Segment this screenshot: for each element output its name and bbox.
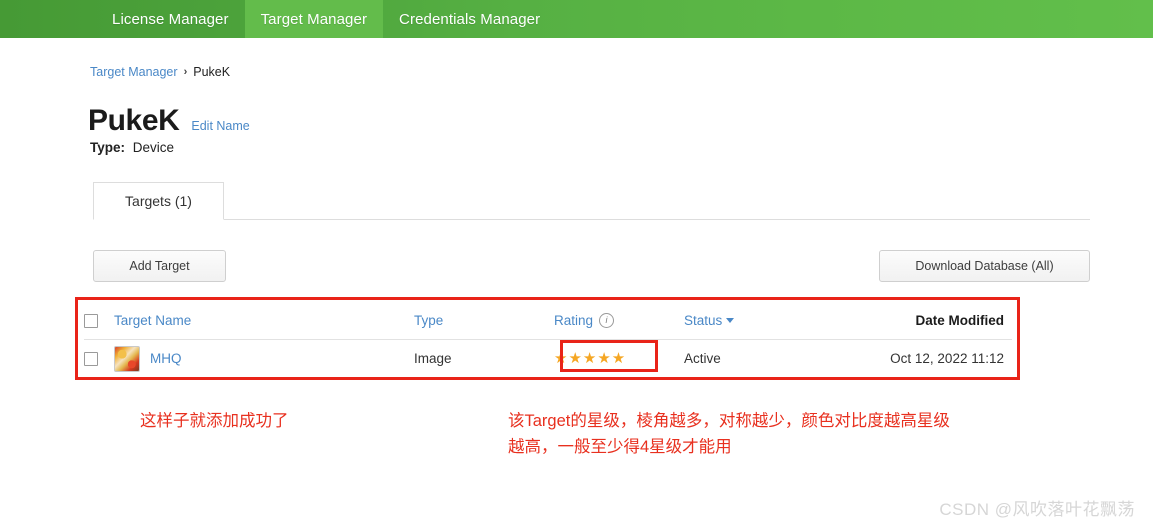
targets-table: Target Name Type Rating i Status Date Mo… xyxy=(84,302,1012,377)
target-name-link[interactable]: MHQ xyxy=(150,351,182,366)
row-checkbox[interactable] xyxy=(84,351,98,366)
column-header-label: Type xyxy=(414,313,444,328)
table-header-row: Target Name Type Rating i Status Date Mo… xyxy=(84,302,1012,340)
cell-rating: ★★★★★ xyxy=(554,351,684,366)
nav-item-license-manager[interactable]: License Manager xyxy=(96,0,245,38)
column-header-label: Target Name xyxy=(114,313,192,328)
cell-date-modified: Oct 12, 2022 11:12 xyxy=(890,351,1004,366)
cell-target-name: MHQ xyxy=(114,345,414,372)
table-row[interactable]: MHQ Image ★★★★★ Active Oct 12, 2022 11:1… xyxy=(84,340,1012,377)
column-header-type[interactable]: Type xyxy=(414,313,554,328)
annotation-text-left: 这样子就添加成功了 xyxy=(140,412,289,430)
target-type-row: Type: Device xyxy=(90,140,174,155)
edit-name-link[interactable]: Edit Name xyxy=(191,119,249,133)
chevron-down-icon[interactable] xyxy=(726,318,735,323)
select-all-cell xyxy=(84,313,114,328)
select-all-checkbox[interactable] xyxy=(84,313,98,328)
add-target-label: Add Target xyxy=(129,259,190,273)
page-header: PukeK Edit Name xyxy=(88,104,250,138)
nav-item-credentials-manager[interactable]: Credentials Manager xyxy=(383,0,556,38)
breadcrumb: Target Manager › PukeK xyxy=(90,65,230,79)
rating-stars: ★★★★★ xyxy=(554,350,627,367)
cell-status: Active xyxy=(684,351,721,366)
info-icon[interactable]: i xyxy=(599,313,615,328)
column-header-date-modified: Date Modified xyxy=(804,313,1004,328)
csdn-watermark: CSDN @风吹落叶花飘荡 xyxy=(939,500,1135,519)
column-header-rating[interactable]: Rating i xyxy=(554,313,684,328)
column-header-status[interactable]: Status xyxy=(684,313,804,328)
nav-item-target-manager[interactable]: Target Manager xyxy=(244,0,384,38)
target-thumbnail xyxy=(114,345,140,372)
target-type-value: Device xyxy=(132,140,175,155)
top-navbar: License Manager Target Manager Credentia… xyxy=(0,0,1153,38)
nav-item-label: Target Manager xyxy=(260,10,368,28)
tab-targets[interactable]: Targets (1) xyxy=(93,182,224,220)
tab-label: Targets (1) xyxy=(125,193,192,209)
page-title: PukeK xyxy=(88,104,180,137)
add-target-button[interactable]: Add Target xyxy=(93,250,226,282)
column-header-target-name[interactable]: Target Name xyxy=(114,313,414,328)
target-type-label: Type: xyxy=(90,140,126,155)
breadcrumb-current: PukeK xyxy=(193,65,231,79)
nav-item-label: License Manager xyxy=(112,10,229,28)
row-select-cell xyxy=(84,351,114,366)
download-database-button[interactable]: Download Database (All) xyxy=(879,250,1090,282)
download-database-label: Download Database (All) xyxy=(915,259,1054,273)
tab-strip: Targets (1) xyxy=(93,182,1090,220)
column-header-label: Status xyxy=(684,313,723,328)
cell-type: Image xyxy=(414,351,452,366)
nav-item-label: Credentials Manager xyxy=(399,10,541,28)
annotation-text-right: 该Target的星级，棱角越多，对称越少，颜色对比度越高星级 越高，一般至少得4… xyxy=(508,412,950,456)
breadcrumb-link-target-manager[interactable]: Target Manager xyxy=(90,65,178,79)
column-header-label: Rating xyxy=(554,313,594,328)
column-header-label: Date Modified xyxy=(915,313,1004,328)
breadcrumb-separator-icon: › xyxy=(183,66,188,78)
